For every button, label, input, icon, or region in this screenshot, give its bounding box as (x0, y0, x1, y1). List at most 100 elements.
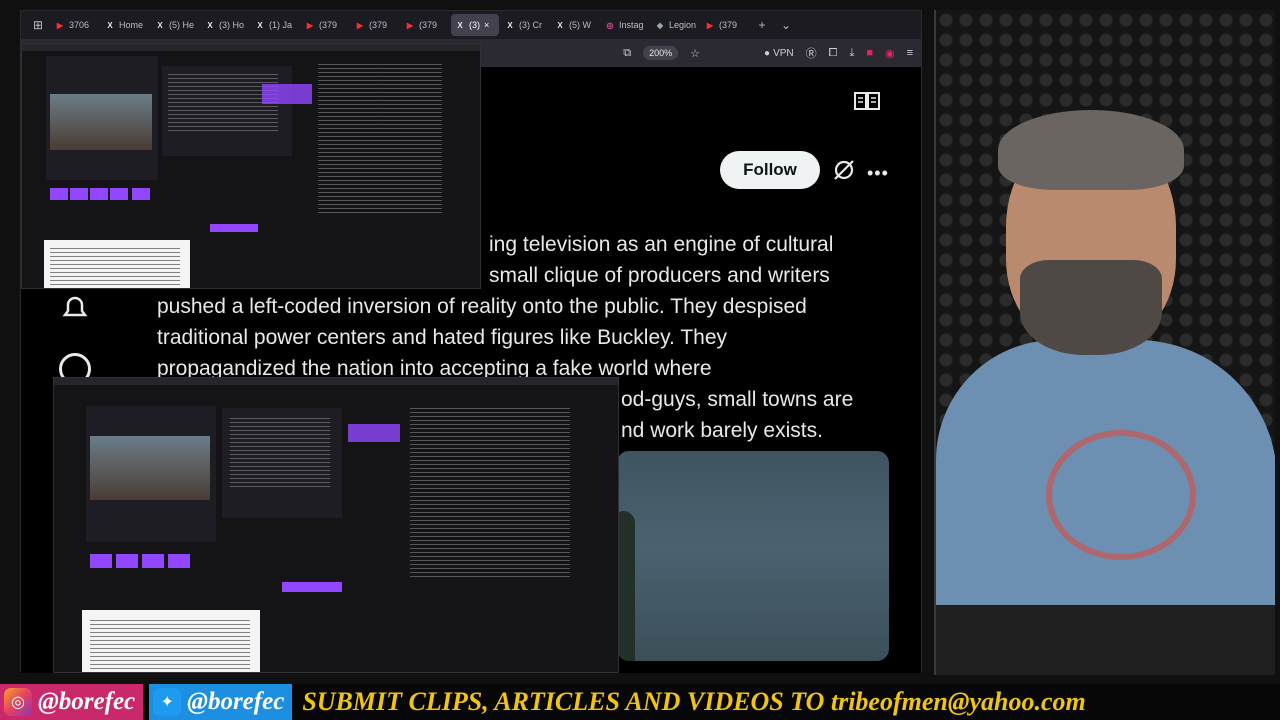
tweet-text-line: ing television as an engine of cultural (489, 233, 834, 256)
picture-in-picture-icon[interactable]: ⧉ (623, 47, 631, 60)
tab-label: (379 (719, 20, 738, 30)
close-icon[interactable]: × (484, 20, 489, 30)
tab-label: (379 (369, 20, 388, 30)
browser-tab[interactable]: ▶ (379 (301, 14, 349, 36)
browser-tab[interactable]: ▶ 3706 (51, 14, 99, 36)
notifications-bell-icon[interactable] (61, 295, 89, 321)
capture-purple-card (348, 424, 400, 442)
capture-webcam-preview (50, 94, 152, 150)
youtube-icon: ▶ (306, 20, 314, 30)
capture-purple-tile (70, 188, 88, 200)
screen-capture-thumbnail (53, 377, 619, 673)
capture-purple-bar (282, 582, 342, 592)
browser-tab[interactable]: X Home (101, 14, 149, 36)
shirt-logo-graphic (1046, 430, 1196, 560)
tweet-text-line: traditional power centers and hated figu… (157, 326, 728, 349)
x-icon: X (507, 20, 513, 30)
browser-tab[interactable]: ◆ Legion (651, 14, 699, 36)
instagram-icon: ◎ (4, 688, 32, 716)
capture-purple-bar (210, 224, 258, 232)
webcam-feed (934, 10, 1275, 675)
reader-view-icon[interactable] (854, 91, 880, 111)
capture-purple-tile (90, 554, 112, 568)
more-options-icon[interactable]: ••• (867, 163, 889, 184)
tweet-text-line: od-guys, small towns are (621, 388, 854, 411)
tab-label: 3706 (69, 20, 90, 30)
capture-purple-tile (132, 188, 150, 200)
download-icon[interactable]: ⤓ (849, 47, 854, 60)
youtube-icon: ▶ (56, 20, 64, 30)
browser-tab[interactable]: ▶ (379 (701, 14, 749, 36)
browser-tab[interactable]: X (5) W (551, 14, 599, 36)
instagram-handle-chip: ◎ @borefec (0, 684, 144, 720)
tab-bar: ⊞ ▶ 3706 X Home X (5) He X (3) Ho X (1) Ja ▶ (379 ▶ (… (21, 11, 921, 39)
zoom-level-badge[interactable]: 200% (643, 46, 679, 60)
x-icon: X (107, 20, 113, 30)
person-beard (1020, 260, 1162, 355)
x-icon: X (207, 20, 213, 30)
capture-purple-card (262, 84, 312, 104)
capture-purple-tile (142, 554, 164, 568)
tab-label: (5) W (569, 20, 591, 30)
browser-tab[interactable]: X (3) Cr (501, 14, 549, 36)
grok-icon[interactable] (833, 159, 855, 181)
instagram-handle: @borefec (38, 688, 136, 715)
x-icon: X (257, 20, 263, 30)
new-tab-button[interactable]: + (751, 18, 773, 32)
tab-label: (3) Ho (219, 20, 245, 30)
capture-doc-text (90, 620, 250, 670)
capture-purple-tile (168, 554, 190, 568)
tab-label: Instag (619, 20, 644, 30)
extension-red-icon[interactable]: ■ (866, 47, 873, 59)
tab-label: (3) (469, 20, 480, 30)
vpn-icon: ● (764, 47, 771, 59)
capture-doc-text (50, 248, 180, 288)
x-icon: X (557, 20, 563, 30)
tab-label: (1) Ja (269, 20, 293, 30)
follow-button[interactable]: Follow (720, 151, 820, 189)
capture-text-block (318, 64, 442, 214)
capture-purple-tile (110, 188, 128, 200)
browser-tab[interactable]: X (5) He (151, 14, 199, 36)
reader-r-icon[interactable]: Ⓡ (806, 45, 817, 61)
vpn-button[interactable]: ● VPN (764, 48, 794, 59)
screen: ⊞ ▶ 3706 X Home X (5) He X (3) Ho X (1) Ja ▶ (379 ▶ (… (0, 0, 1280, 720)
extension-circle-icon[interactable]: ◉ (885, 47, 895, 60)
twitter-handle-chip: ✦ @borefec (149, 684, 293, 720)
hamburger-menu-icon[interactable]: ≡ (907, 47, 913, 59)
browser-tab[interactable]: ◎ Instag (601, 14, 649, 36)
browser-tab[interactable]: ▶ (379 (401, 14, 449, 36)
tab-label: Legion (669, 20, 697, 30)
instagram-icon: ◎ (606, 20, 614, 30)
capture-text-block (168, 74, 278, 134)
bookmark-star-icon[interactable]: ☆ (690, 47, 700, 60)
post-media-video[interactable] (617, 451, 889, 661)
tab-label: (379 (319, 20, 338, 30)
tweet-text-line: nd work barely exists. (621, 419, 823, 442)
person-hair (998, 110, 1184, 190)
capture-webcam-preview (90, 436, 210, 500)
web-icon: ◆ (656, 20, 664, 30)
banner-message: SUBMIT CLIPS, ARTICLES AND VIDEOS TO tri… (302, 687, 1086, 716)
tweet-text-line: small clique of producers and writers (489, 264, 830, 287)
browser-tab[interactable]: X (1) Ja (251, 14, 299, 36)
capture-purple-tile (50, 188, 68, 200)
ticker-banner: ◎ @borefec ✦ @borefec SUBMIT CLIPS, ARTI… (0, 684, 1280, 720)
capture-purple-tile (90, 188, 108, 200)
capture-document (44, 240, 190, 288)
capture-text-block (230, 418, 330, 488)
capture-tabbar (22, 44, 480, 51)
browser-tab[interactable]: X (3) Ho (201, 14, 249, 36)
tab-overview-icon[interactable]: ⊞ (27, 18, 49, 32)
browser-window: ⊞ ▶ 3706 X Home X (5) He X (3) Ho X (1) Ja ▶ (379 ▶ (… (20, 10, 922, 673)
browser-tab[interactable]: X (3) × (451, 14, 499, 36)
tweet-text-line: pushed a left-coded inversion of reality… (157, 295, 807, 318)
capture-purple-tile (116, 554, 138, 568)
tab-label: (379 (419, 20, 438, 30)
capture-text-block (410, 408, 570, 578)
twitter-bird-icon: ✦ (153, 688, 182, 716)
extensions-icon[interactable]: ⧠ (829, 47, 838, 60)
chevron-down-icon[interactable]: ⌄ (775, 18, 797, 32)
screen-capture-thumbnail (21, 43, 481, 289)
browser-tab[interactable]: ▶ (379 (351, 14, 399, 36)
